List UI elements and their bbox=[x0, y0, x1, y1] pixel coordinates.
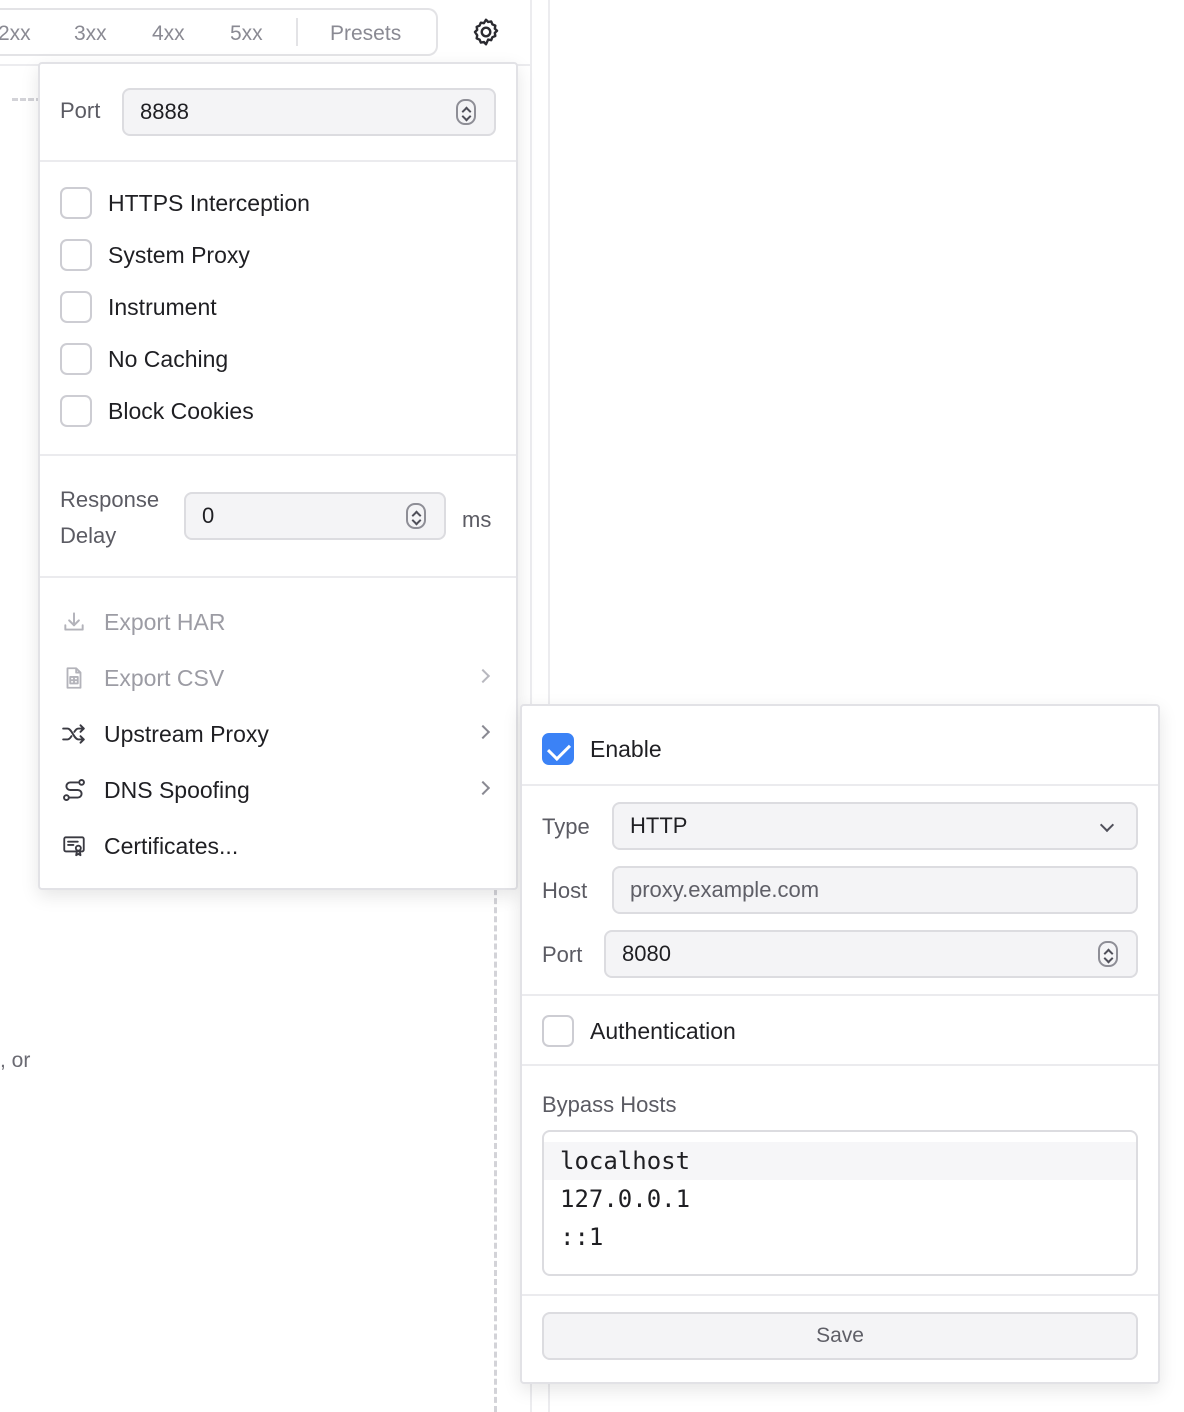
port-section: Port 8888 bbox=[40, 64, 516, 162]
filter-divider bbox=[296, 18, 298, 46]
export-csv-label: Export CSV bbox=[104, 664, 225, 691]
save-button[interactable]: Save bbox=[542, 1312, 1138, 1360]
filter-4xx[interactable]: 4xx bbox=[152, 22, 185, 46]
certificates-label: Certificates... bbox=[104, 832, 239, 859]
host-placeholder: proxy.example.com bbox=[630, 877, 820, 902]
no-caching-checkbox[interactable]: No Caching bbox=[60, 342, 228, 376]
chevron-right-icon bbox=[475, 724, 491, 740]
gear-icon[interactable] bbox=[470, 16, 502, 48]
upstream-proxy-label: Upstream Proxy bbox=[104, 720, 269, 747]
download-icon bbox=[60, 608, 88, 636]
checkbox-unchecked-icon[interactable] bbox=[60, 343, 92, 375]
certificates-menu-item[interactable]: Certificates... bbox=[60, 828, 496, 864]
menu-section: Export HAR Export CSV Upstream Proxy DNS… bbox=[40, 578, 516, 888]
response-delay-label-line1: Response bbox=[60, 487, 160, 512]
connection-section: Type HTTP Host proxy.example.com Port 80… bbox=[522, 786, 1158, 996]
response-delay-label: Response Delay bbox=[60, 482, 180, 554]
filter-5xx[interactable]: 5xx bbox=[230, 22, 263, 46]
instrument-label: Instrument bbox=[108, 293, 217, 320]
response-delay-input[interactable]: 0 bbox=[184, 492, 446, 540]
bypass-hosts-section: Bypass Hosts localhost 127.0.0.1 ::1 bbox=[522, 1066, 1158, 1296]
upstream-port-label: Port bbox=[542, 942, 583, 967]
filter-2xx[interactable]: 2xx bbox=[0, 22, 31, 46]
route-icon bbox=[60, 776, 88, 804]
checkbox-unchecked-icon[interactable] bbox=[60, 291, 92, 323]
background-text-fragment: , or bbox=[0, 1049, 31, 1072]
export-har-label: Export HAR bbox=[104, 608, 226, 635]
enable-section: Enable bbox=[522, 706, 1158, 786]
chevron-right-icon bbox=[475, 668, 491, 684]
upstream-proxy-panel: Enable Type HTTP Host proxy.example.com … bbox=[520, 704, 1160, 1384]
type-value: HTTP bbox=[630, 813, 688, 838]
response-delay-label-line2: Delay bbox=[60, 523, 117, 548]
https-interception-checkbox[interactable]: HTTPS Interception bbox=[60, 186, 310, 220]
upstream-port-stepper-icon[interactable] bbox=[1098, 941, 1118, 967]
checkbox-checked-icon[interactable] bbox=[542, 733, 574, 765]
upstream-port-input[interactable]: 8080 bbox=[604, 930, 1138, 978]
chevron-down-icon bbox=[1099, 817, 1115, 833]
csv-file-icon bbox=[60, 664, 88, 692]
block-cookies-checkbox[interactable]: Block Cookies bbox=[60, 394, 254, 428]
authentication-label: Authentication bbox=[590, 1017, 736, 1044]
certificate-icon bbox=[60, 832, 88, 860]
bypass-host-line: 127.0.0.1 bbox=[560, 1185, 691, 1213]
type-select[interactable]: HTTP bbox=[612, 802, 1138, 850]
export-har-menu-item[interactable]: Export HAR bbox=[60, 604, 496, 640]
export-csv-menu-item[interactable]: Export CSV bbox=[60, 660, 496, 696]
type-label: Type bbox=[542, 814, 590, 839]
authentication-checkbox[interactable]: Authentication bbox=[542, 1014, 736, 1048]
port-stepper-icon[interactable] bbox=[456, 99, 476, 125]
dns-spoofing-label: DNS Spoofing bbox=[104, 776, 250, 803]
enable-checkbox[interactable]: Enable bbox=[542, 732, 662, 766]
response-delay-unit: ms bbox=[462, 507, 492, 532]
dns-spoofing-menu-item[interactable]: DNS Spoofing bbox=[60, 772, 496, 808]
status-filter-bar: 2xx 3xx 4xx 5xx Presets bbox=[0, 8, 438, 56]
options-section: HTTPS Interception System Proxy Instrument… bbox=[40, 162, 516, 456]
host-label: Host bbox=[542, 878, 588, 903]
bypass-hosts-textarea[interactable]: localhost 127.0.0.1 ::1 bbox=[542, 1130, 1138, 1276]
upstream-proxy-menu-item[interactable]: Upstream Proxy bbox=[60, 716, 496, 752]
no-caching-label: No Caching bbox=[108, 345, 229, 372]
port-input[interactable]: 8888 bbox=[122, 88, 496, 136]
system-proxy-label: System Proxy bbox=[108, 241, 250, 268]
filter-3xx[interactable]: 3xx bbox=[74, 22, 107, 46]
response-delay-stepper-icon[interactable] bbox=[406, 503, 426, 529]
shuffle-icon bbox=[60, 720, 88, 748]
checkbox-unchecked-icon[interactable] bbox=[542, 1015, 574, 1047]
dashed-divider-vertical bbox=[494, 880, 497, 1412]
block-cookies-label: Block Cookies bbox=[108, 397, 254, 424]
instrument-checkbox[interactable]: Instrument bbox=[60, 290, 217, 324]
upstream-port-value: 8080 bbox=[622, 941, 671, 966]
response-delay-value: 0 bbox=[202, 503, 215, 528]
bypass-hosts-label: Bypass Hosts bbox=[542, 1092, 677, 1117]
https-interception-label: HTTPS Interception bbox=[108, 189, 310, 216]
port-label: Port bbox=[60, 98, 101, 123]
authentication-section: Authentication bbox=[522, 996, 1158, 1066]
bypass-host-line: localhost bbox=[544, 1142, 1136, 1180]
enable-label: Enable bbox=[590, 735, 662, 762]
bypass-host-line: ::1 bbox=[560, 1223, 604, 1251]
checkbox-unchecked-icon[interactable] bbox=[60, 239, 92, 271]
host-input[interactable]: proxy.example.com bbox=[612, 866, 1138, 914]
chevron-right-icon bbox=[475, 780, 491, 796]
checkbox-unchecked-icon[interactable] bbox=[60, 187, 92, 219]
system-proxy-checkbox[interactable]: System Proxy bbox=[60, 238, 250, 272]
port-value: 8888 bbox=[140, 99, 189, 124]
checkbox-unchecked-icon[interactable] bbox=[60, 395, 92, 427]
presets-button[interactable]: Presets bbox=[330, 22, 401, 46]
settings-menu: Port 8888 HTTPS Interception System Proxy… bbox=[38, 62, 518, 890]
response-delay-section: Response Delay 0 ms bbox=[40, 456, 516, 578]
